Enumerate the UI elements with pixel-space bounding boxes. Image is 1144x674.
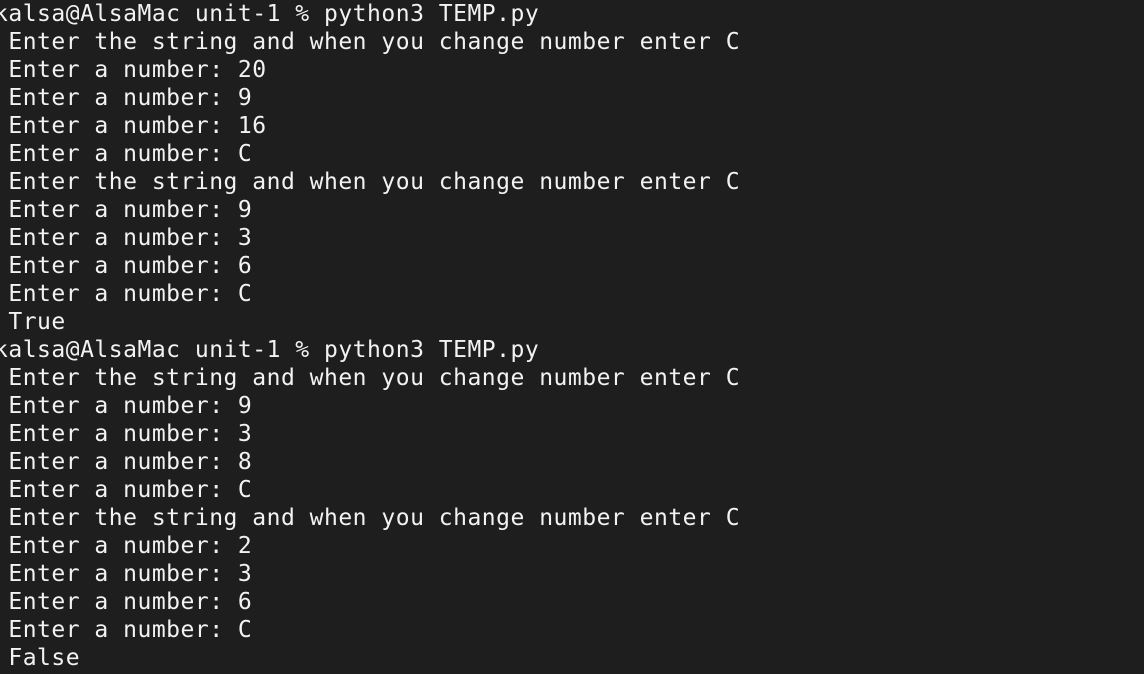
output-line: Enter a number: 20 (0, 57, 267, 83)
output-line: Enter a number: 6 (0, 589, 253, 615)
shell-prompt-line: kalsa@AlsaMac unit-1 % python3 TEMP.py (0, 1, 540, 27)
output-line: Enter a number: 3 (0, 421, 253, 447)
output-line: Enter a number: 6 (0, 253, 253, 279)
terminal-output: kalsa@AlsaMac unit-1 % python3 TEMP.py E… (0, 0, 740, 672)
output-line: Enter a number: C (0, 281, 253, 307)
shell-prompt-line: kalsa@AlsaMac unit-1 % python3 TEMP.py (0, 337, 540, 363)
output-line: Enter a number: 2 (0, 533, 253, 559)
output-line: Enter a number: 9 (0, 197, 253, 223)
output-line: Enter a number: C (0, 617, 253, 643)
output-line: Enter a number: 9 (0, 85, 253, 111)
result-line: False (0, 645, 81, 671)
output-line: Enter the string and when you change num… (0, 365, 741, 391)
output-line: Enter a number: 8 (0, 449, 253, 475)
output-line: Enter a number: C (0, 141, 253, 167)
output-line: Enter a number: 9 (0, 393, 253, 419)
output-line: Enter a number: 3 (0, 225, 253, 251)
output-line: Enter the string and when you change num… (0, 505, 741, 531)
result-line: True (0, 309, 66, 335)
output-line: Enter a number: C (0, 477, 253, 503)
output-line: Enter a number: 16 (0, 113, 267, 139)
output-line: Enter a number: 3 (0, 561, 253, 587)
output-line: Enter the string and when you change num… (0, 169, 741, 195)
output-line: Enter the string and when you change num… (0, 29, 741, 55)
terminal-window[interactable]: kalsa@AlsaMac unit-1 % python3 TEMP.py E… (0, 0, 1144, 674)
